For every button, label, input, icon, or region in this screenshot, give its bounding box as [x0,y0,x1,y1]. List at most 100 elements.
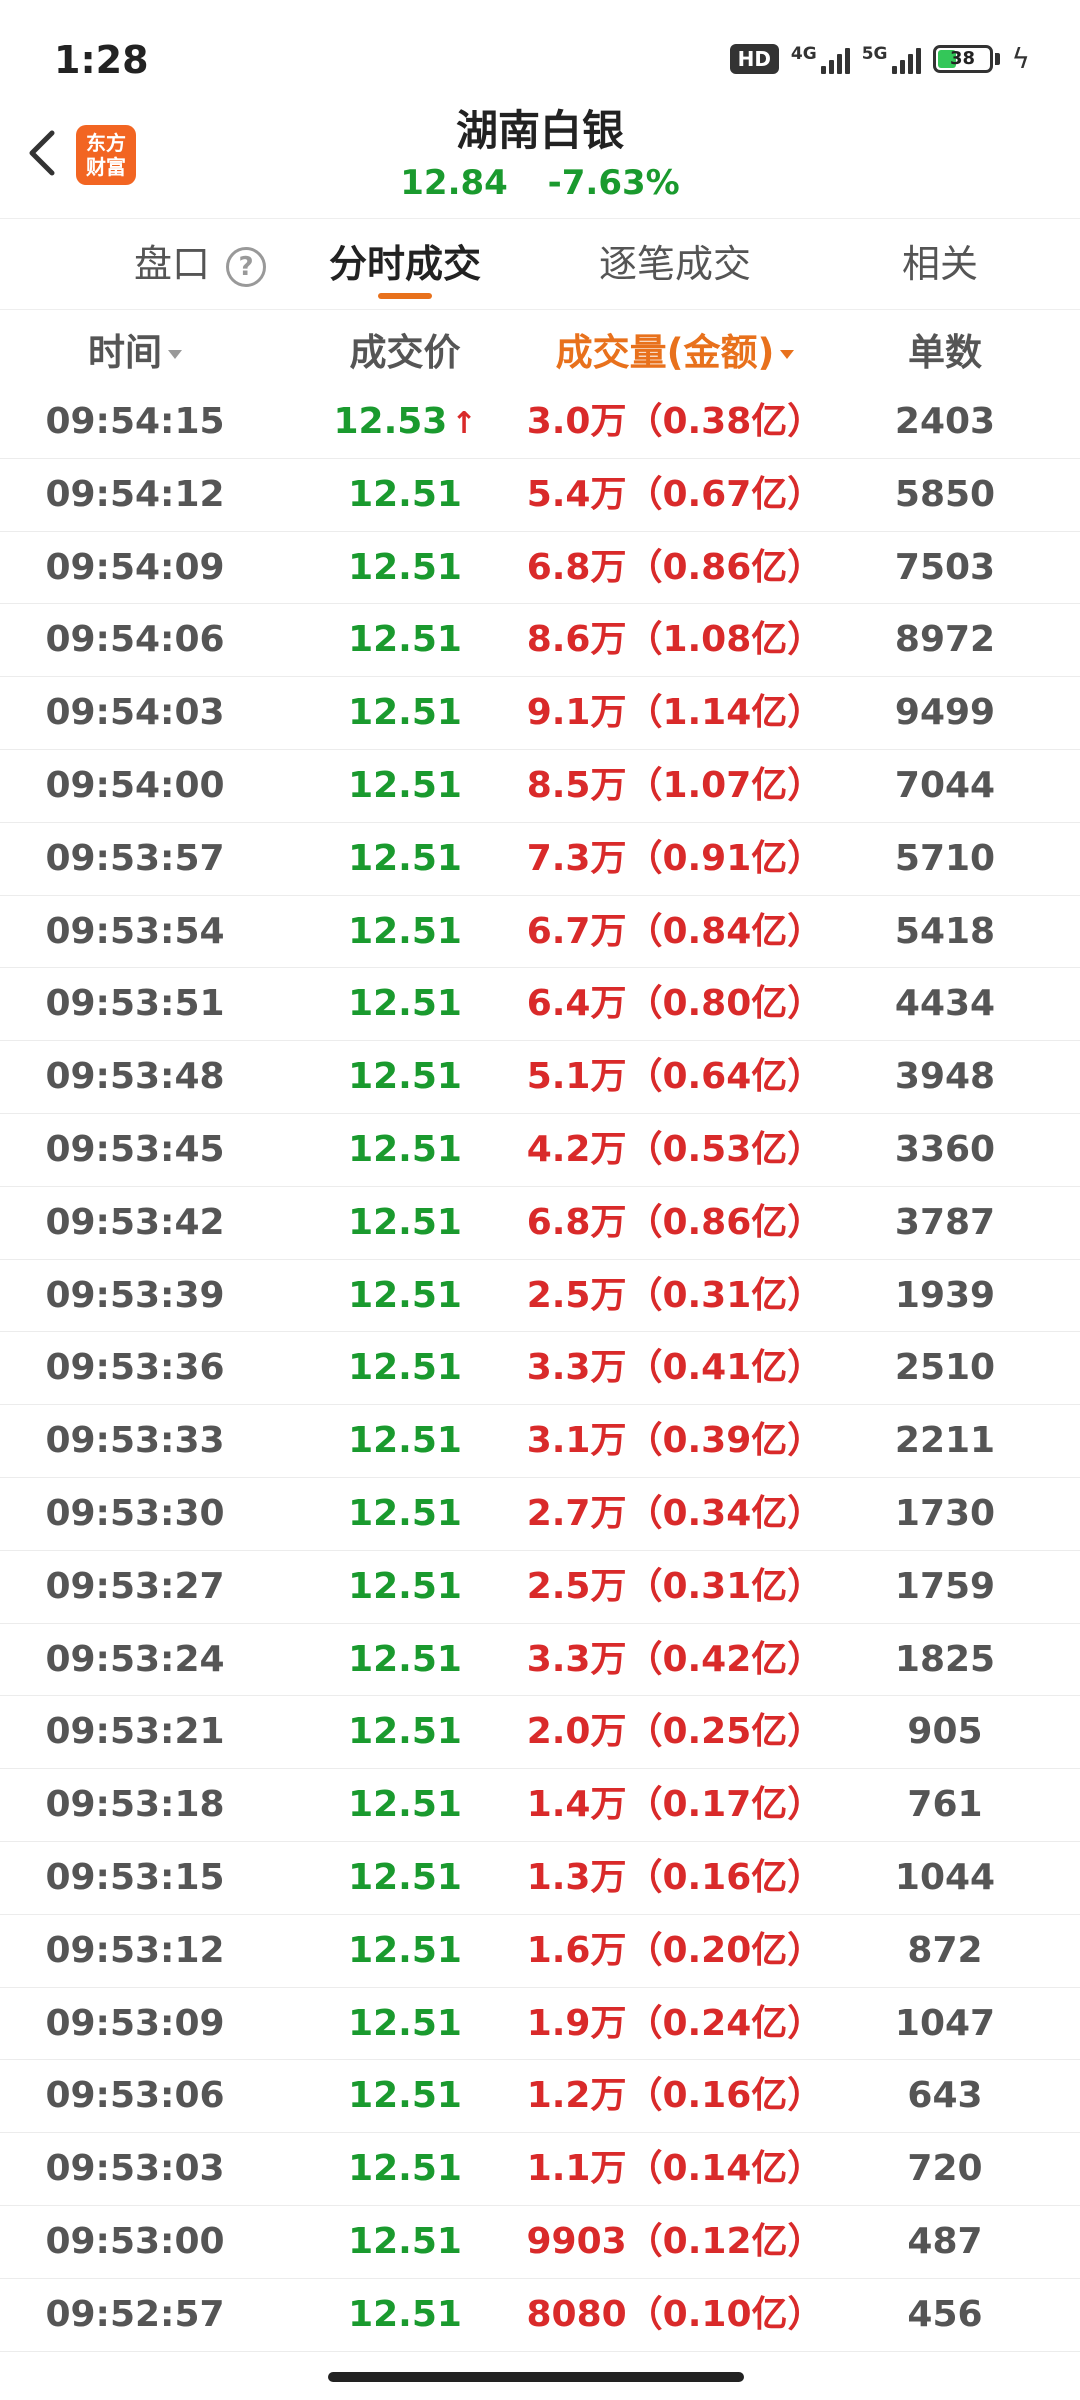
trade-volume: 3.3万（0.42亿） [526,1638,824,1680]
trade-time: 09:53:18 [45,1784,225,1826]
table-row[interactable]: 09:53:57 12.51 7.3万（0.91亿） 5710 [0,823,1080,896]
trade-volume: 1.1万（0.14亿） [526,2148,824,2190]
trade-count: 761 [907,1784,983,1826]
trade-price: 12.51 [300,1114,510,1186]
trade-price-value: 12.51 [348,1929,462,1971]
trade-price: 12.51 [300,604,510,676]
column-volume-label: 成交量(金额) [555,331,775,374]
trade-price-value: 12.51 [348,1201,462,1243]
trade-price: 12.51 [300,1260,510,1332]
table-row[interactable]: 09:54:06 12.51 8.6万（1.08亿） 8972 [0,604,1080,678]
trade-price-value: 12.51 [348,546,462,588]
trade-time: 09:53:21 [45,1711,225,1753]
trade-count: 4434 [894,983,996,1025]
trade-time: 09:53:03 [45,2148,225,2190]
trade-time: 09:53:15 [45,1856,225,1898]
trade-time: 09:54:00 [45,764,225,806]
tab-related[interactable]: 相关 [860,219,1020,309]
tab-bar: 盘口? 分时成交 逐笔成交 相关 [0,218,1080,310]
stock-quote: 12.84 -7.63% [0,159,1080,207]
table-row[interactable]: 09:53:39 12.51 2.5万（0.31亿） 1939 [0,1260,1080,1333]
battery-tip [994,52,1000,65]
column-volume[interactable]: 成交量(金额) [510,318,840,388]
trade-volume: 5.4万（0.67亿） [526,473,824,515]
trade-time: 09:53:27 [45,1565,225,1607]
table-row[interactable]: 09:53:45 12.51 4.2万（0.53亿） 3360 [0,1114,1080,1187]
trade-price-value: 12.51 [348,1784,462,1826]
table-row[interactable]: 09:53:48 12.51 5.1万（0.64亿） 3948 [0,1041,1080,1114]
trade-count: 7044 [894,764,996,806]
tab-order-book[interactable]: 盘口? [90,219,310,309]
trade-price-value: 12.51 [348,2293,462,2335]
table-row[interactable]: 09:52:57 12.51 8080（0.10亿） 456 [0,2279,1080,2352]
table-row[interactable]: 09:53:42 12.51 6.8万（0.86亿） 3787 [0,1187,1080,1260]
signal-4g-icon: 4G [791,44,850,74]
signal-bars-4g [820,44,850,74]
trade-price-value: 12.51 [348,910,462,952]
trade-price-value: 12.53 [333,401,448,442]
trade-price-value: 12.51 [348,2002,462,2044]
trade-volume: 4.2万（0.53亿） [526,1128,824,1170]
table-row[interactable]: 09:53:33 12.51 3.1万（0.39亿） 2211 [0,1405,1080,1478]
trade-price: 12.51 [300,1041,510,1113]
table-row[interactable]: 09:53:06 12.51 1.2万（0.16亿） 643 [0,2060,1080,2134]
table-row[interactable]: 09:53:09 12.51 1.9万（0.24亿） 1047 [0,1988,1080,2061]
table-row[interactable]: 09:54:03 12.51 9.1万（1.14亿） 9499 [0,677,1080,750]
table-row[interactable]: 09:54:12 12.51 5.4万（0.67亿） 5850 [0,459,1080,532]
table-row[interactable]: 09:53:30 12.51 2.7万（0.34亿） 1730 [0,1478,1080,1551]
trade-count: 456 [907,2293,983,2335]
trade-count: 5710 [894,837,996,879]
home-indicator[interactable] [328,2372,744,2382]
trade-price-value: 12.51 [348,1638,462,1680]
table-row[interactable]: 09:54:09 12.51 6.8万（0.86亿） 7503 [0,532,1080,605]
trade-count: 720 [907,2148,983,2190]
trade-detail-screen: 1:28 HD 4G 5G 38 ϟ 东方 财富 湖南白银 12.84 -7.6… [0,0,1080,2400]
trade-count: 1730 [894,1492,996,1534]
table-row[interactable]: 09:53:24 12.51 3.3万（0.42亿） 1825 [0,1624,1080,1697]
battery-icon: 38 [932,44,993,73]
table-row[interactable]: 09:53:00 12.51 9903（0.12亿） 487 [0,2206,1080,2279]
trade-count: 872 [907,1929,983,1971]
hd-icon: HD [729,43,779,74]
tab-tick-trades[interactable]: 逐笔成交 [565,219,785,309]
table-row[interactable]: 09:53:54 12.51 6.7万（0.84亿） 5418 [0,896,1080,969]
table-row[interactable]: 09:53:21 12.51 2.0万（0.25亿） 905 [0,1696,1080,1770]
column-time[interactable]: 时间 [20,318,250,388]
trade-price: 12.51 [300,896,510,968]
trade-time: 09:53:12 [45,1929,225,1971]
trade-price: 12.51 [300,1624,510,1696]
trade-list[interactable]: 09:54:15 12.53 ↑ 3.0万（0.38亿） 2403 09:54:12 12.… [0,386,1080,2352]
table-row[interactable]: 09:53:15 12.51 1.3万（0.16亿） 1044 [0,1842,1080,1915]
help-icon[interactable]: ? [226,246,266,287]
trade-price: 12.51 [300,1332,510,1404]
sort-caret-icon [168,350,182,359]
trade-time: 09:54:12 [45,473,225,515]
table-row[interactable]: 09:54:15 12.53 ↑ 3.0万（0.38亿） 2403 [0,386,1080,459]
column-count: 单数 [840,318,1050,388]
trade-price: 12.51 [300,1842,510,1914]
table-header: 时间 成交价 成交量(金额) 单数 [0,318,1080,388]
table-row[interactable]: 09:53:03 12.51 1.1万（0.14亿） 720 [0,2133,1080,2206]
table-row[interactable]: 09:53:12 12.51 1.6万（0.20亿） 872 [0,1915,1080,1988]
trade-price-value: 12.51 [348,1274,462,1316]
trade-price-value: 12.51 [348,2075,462,2117]
trade-volume: 8.5万（1.07亿） [526,764,824,806]
trade-count: 1759 [894,1565,996,1607]
trade-count: 5850 [894,473,996,515]
trade-price-value: 12.51 [348,1128,462,1170]
trade-time: 09:53:51 [45,983,225,1025]
trade-price: 12.51 [300,2279,510,2351]
trade-count: 3360 [894,1128,996,1170]
trade-price-value: 12.51 [348,1347,462,1389]
trade-price-value: 12.51 [348,1565,462,1607]
table-row[interactable]: 09:53:36 12.51 3.3万（0.41亿） 2510 [0,1332,1080,1406]
table-row[interactable]: 09:53:18 12.51 1.4万（0.17亿） 761 [0,1769,1080,1842]
network-label-4g: 4G [790,43,817,64]
trade-price-value: 12.51 [348,983,462,1025]
trade-price: 12.51 [300,1696,510,1768]
trade-time: 09:53:00 [45,2220,225,2262]
column-time-label: 时间 [88,331,162,374]
table-row[interactable]: 09:54:00 12.51 8.5万（1.07亿） 7044 [0,750,1080,823]
table-row[interactable]: 09:53:51 12.51 6.4万（0.80亿） 4434 [0,968,1080,1042]
table-row[interactable]: 09:53:27 12.51 2.5万（0.31亿） 1759 [0,1551,1080,1624]
